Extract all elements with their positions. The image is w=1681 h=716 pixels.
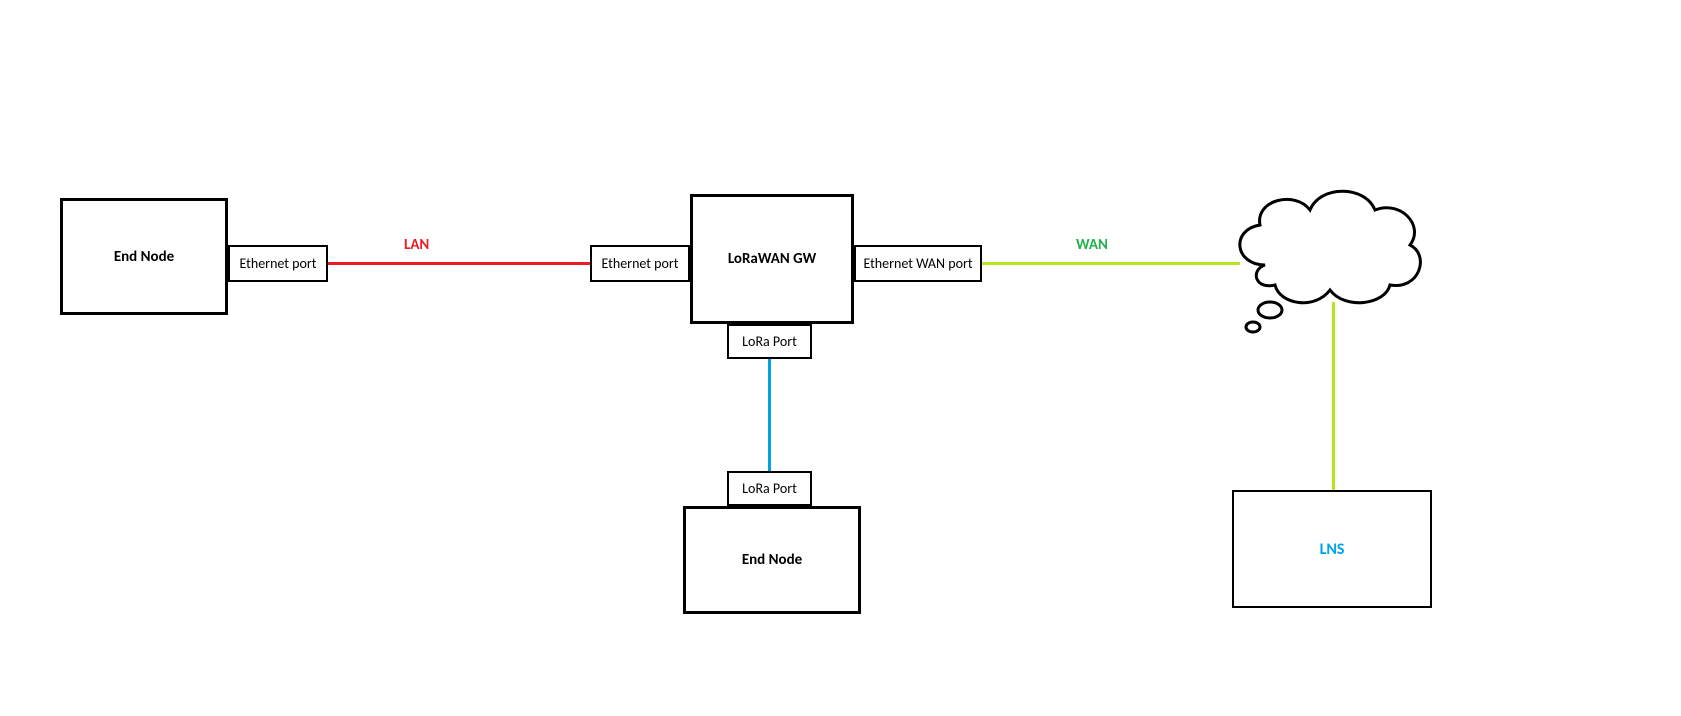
lora-connection-line	[768, 359, 771, 471]
lan-label: LAN	[404, 236, 429, 254]
ethernet-wan-port-label: Ethernet WAN port	[863, 255, 972, 272]
lan-connection-line	[328, 262, 590, 265]
cloud-to-lns-line	[1332, 302, 1335, 492]
ethernet-port-left-node-label: Ethernet port	[240, 255, 317, 272]
lorawan-gateway: LoRaWAN GW	[690, 194, 854, 324]
lora-port-gw: LoRa Port	[727, 324, 812, 359]
end-node-bottom-label: End Node	[742, 551, 802, 569]
end-node-bottom: End Node	[683, 506, 861, 614]
wan-label: WAN	[1076, 236, 1108, 254]
wan-connection-line	[982, 262, 1240, 265]
ethernet-wan-port: Ethernet WAN port	[854, 245, 982, 282]
lns-box: LNS	[1232, 490, 1432, 608]
cloud-icon	[1225, 175, 1435, 345]
lora-port-node: LoRa Port	[727, 471, 812, 506]
lora-port-node-label: LoRa Port	[742, 480, 797, 497]
ethernet-port-gw-left-label: Ethernet port	[602, 255, 679, 272]
lorawan-gateway-label: LoRaWAN GW	[728, 250, 816, 268]
lns-label: LNS	[1320, 540, 1345, 559]
ethernet-port-left-node: Ethernet port	[228, 245, 328, 282]
lora-port-gw-label: LoRa Port	[742, 333, 797, 350]
end-node-left-label: End Node	[114, 248, 174, 266]
end-node-left: End Node	[60, 198, 228, 315]
ethernet-port-gw-left: Ethernet port	[590, 245, 690, 282]
